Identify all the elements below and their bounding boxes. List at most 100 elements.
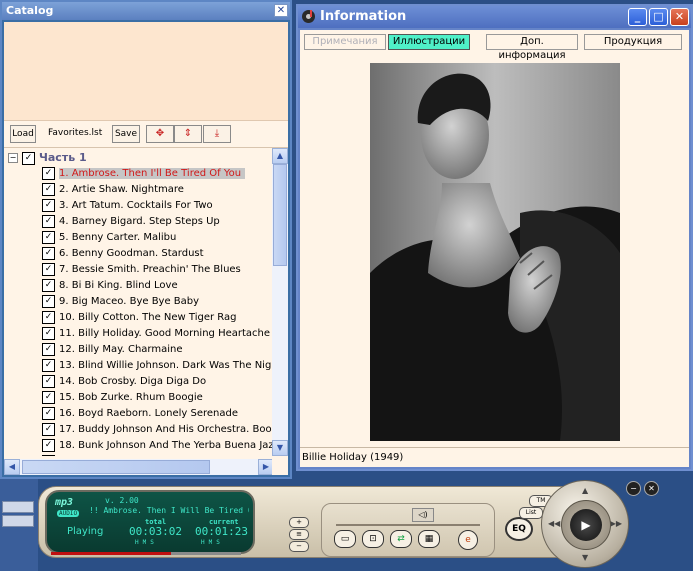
track-label: 15. Bob Zurke. Rhum Boogie bbox=[59, 392, 203, 403]
catalog-toggle-icon[interactable]: ▭ bbox=[334, 530, 356, 548]
checkbox-icon[interactable]: ✓ bbox=[42, 342, 55, 356]
close-button[interactable]: ✕ bbox=[670, 8, 689, 26]
taskbar-item[interactable] bbox=[2, 501, 34, 513]
playback-wheel[interactable]: ▲ ▼ ◀◀ ▶▶ ▶ bbox=[541, 480, 629, 568]
checkbox-icon[interactable]: ✓ bbox=[42, 182, 55, 196]
play-icon[interactable]: ▶ bbox=[570, 509, 602, 541]
knob-down-icon[interactable]: ▼ bbox=[582, 553, 588, 562]
list-item[interactable]: ✓ 5. Benny Carter. Malibu bbox=[42, 230, 274, 246]
checkbox-icon[interactable]: ✓ bbox=[42, 406, 55, 420]
list-item[interactable]: ✓ 18. Bunk Johnson And The Yerba Buena Ja… bbox=[42, 438, 274, 454]
checkbox-icon[interactable]: ✓ bbox=[22, 151, 35, 165]
volume-icon[interactable]: ◁) bbox=[412, 508, 434, 522]
list-item[interactable]: ✓ 7. Bessie Smith. Preachin' The Blues bbox=[42, 262, 274, 278]
move-up-down-icon[interactable]: ⇕ bbox=[174, 125, 202, 143]
checkbox-icon[interactable]: ✓ bbox=[42, 454, 55, 456]
position-slider[interactable] bbox=[336, 524, 480, 526]
checkbox-icon[interactable]: ✓ bbox=[42, 230, 55, 244]
music-app-icon bbox=[302, 10, 315, 23]
checkbox-icon[interactable]: ✓ bbox=[42, 374, 55, 388]
checkbox-icon[interactable]: ✓ bbox=[42, 438, 55, 452]
catalog-close-button[interactable]: ✕ bbox=[274, 4, 288, 17]
horizontal-scroll-thumb[interactable] bbox=[22, 460, 210, 474]
track-label: 10. Billy Cotton. The New Tiger Rag bbox=[59, 312, 237, 323]
checkbox-icon[interactable]: ✓ bbox=[42, 278, 55, 292]
tree-root[interactable]: − ✓ Часть 1 bbox=[8, 150, 87, 166]
checkbox-icon[interactable]: ✓ bbox=[42, 422, 55, 436]
tab-notes[interactable]: Примечания bbox=[304, 34, 386, 50]
track-label: 18. Bunk Johnson And The Yerba Buena Jaz… bbox=[59, 440, 274, 451]
list-item[interactable]: ✓ 17. Buddy Johnson And His Orchestra. Bo… bbox=[42, 422, 274, 438]
speed-reset-icon[interactable]: ≡ bbox=[289, 529, 309, 540]
list-item[interactable]: ✓ 8. Bi Bi King. Blind Love bbox=[42, 278, 274, 294]
collapse-icon[interactable]: − bbox=[8, 153, 18, 163]
minimize-button[interactable]: _ bbox=[628, 8, 647, 26]
list-item[interactable]: ✓ 15. Bob Zurke. Rhum Boogie bbox=[42, 390, 274, 406]
tree-root-label: Часть 1 bbox=[39, 151, 87, 164]
scroll-left-icon[interactable]: ◀ bbox=[4, 459, 20, 475]
list-item[interactable]: ✓ 4. Barney Bigard. Step Steps Up bbox=[42, 214, 274, 230]
catalog-titlebar[interactable]: Catalog ✕ bbox=[2, 2, 290, 20]
player-minimize-icon[interactable]: − bbox=[626, 481, 641, 496]
progress-remaining[interactable] bbox=[171, 552, 241, 555]
tab-illustrations[interactable]: Иллюстрации bbox=[388, 34, 470, 50]
horizontal-scrollbar[interactable]: ◀ ▶ bbox=[4, 459, 274, 475]
tab-products[interactable]: Продукция bbox=[584, 34, 682, 50]
checkbox-icon[interactable]: ✓ bbox=[42, 246, 55, 260]
checkbox-icon[interactable]: ✓ bbox=[42, 198, 55, 212]
scroll-down-icon[interactable]: ▼ bbox=[272, 440, 288, 456]
playlist-tree: − ✓ Часть 1 ✓ 1. Ambrose. Then I'll Be Tire… bbox=[4, 148, 274, 456]
list-item[interactable]: ✓ 10. Billy Cotton. The New Tiger Rag bbox=[42, 310, 274, 326]
save-button[interactable]: Save bbox=[112, 125, 140, 143]
maximize-button[interactable]: □ bbox=[649, 8, 668, 26]
list-item[interactable]: ✓ 13. Blind Willie Johnson. Dark Was The … bbox=[42, 358, 274, 374]
player-display: mp3 AUDIO v. 2.00 !! Ambrose. Then I Wil… bbox=[45, 490, 255, 554]
taskbar-item[interactable] bbox=[2, 515, 34, 527]
list-button[interactable]: List bbox=[519, 507, 543, 519]
list-item[interactable]: ✓ 16. Boyd Raeborn. Lonely Serenade bbox=[42, 406, 274, 422]
vertical-scrollbar[interactable]: ▲ ▼ bbox=[272, 148, 288, 456]
load-button[interactable]: Load bbox=[10, 125, 36, 143]
checkbox-icon[interactable]: ✓ bbox=[42, 326, 55, 340]
catalog-toolbar: Load Favorites.lst Save ✥ ⇕ ⤓ bbox=[4, 121, 288, 148]
move-to-ends-icon[interactable]: ⤓ bbox=[203, 125, 231, 143]
tab-extra-info[interactable]: Доп. информация bbox=[486, 34, 578, 61]
scroll-up-icon[interactable]: ▲ bbox=[272, 148, 288, 164]
checkbox-icon[interactable]: ✓ bbox=[42, 390, 55, 404]
next-track-icon[interactable]: ▶▶ bbox=[610, 519, 622, 528]
list-item[interactable]: ✓ 2. Artie Shaw. Nightmare bbox=[42, 182, 274, 198]
checkbox-icon[interactable]: ✓ bbox=[42, 214, 55, 228]
list-item[interactable]: ✓ 14. Bob Crosby. Diga Diga Do bbox=[42, 374, 274, 390]
information-title: Information bbox=[320, 9, 407, 24]
track-label: 1. Ambrose. Then I'll Be Tired Of You bbox=[59, 168, 246, 179]
speed-up-icon[interactable]: + bbox=[289, 517, 309, 528]
player-close-icon[interactable]: ✕ bbox=[644, 481, 659, 496]
list-item[interactable]: ✓ 1. Ambrose. Then I'll Be Tired Of You bbox=[42, 166, 274, 182]
information-titlebar[interactable]: Information _ □ ✕ bbox=[298, 6, 691, 28]
speed-down-icon[interactable]: − bbox=[289, 541, 309, 552]
list-item[interactable]: ✓ 12. Billy May. Charmaine bbox=[42, 342, 274, 358]
list-item[interactable]: ✓ 9. Big Maceo. Bye Bye Baby bbox=[42, 294, 274, 310]
progress-played[interactable] bbox=[51, 552, 171, 555]
list-item[interactable]: ✓ 6. Benny Goodman. Stardust bbox=[42, 246, 274, 262]
checkbox-icon[interactable]: ✓ bbox=[42, 166, 55, 180]
list-item[interactable]: ✓ 3. Art Tatum. Cocktails For Two bbox=[42, 198, 274, 214]
checkbox-icon[interactable]: ✓ bbox=[42, 358, 55, 372]
vertical-scroll-thumb[interactable] bbox=[273, 164, 287, 266]
equalizer-button[interactable]: EQ bbox=[505, 517, 533, 541]
checkbox-icon[interactable]: ✓ bbox=[42, 294, 55, 308]
total-hms-label: HMS bbox=[135, 539, 158, 546]
catalog-title: Catalog bbox=[6, 4, 54, 17]
previous-track-icon[interactable]: ◀◀ bbox=[548, 519, 560, 528]
list-item[interactable]: ✓ 11. Billy Holiday. Good Morning Heartac… bbox=[42, 326, 274, 342]
move-all-icon[interactable]: ✥ bbox=[146, 125, 174, 143]
checkbox-icon[interactable]: ✓ bbox=[42, 310, 55, 324]
list-item[interactable]: ✓19. Bunny Berigen. High Society bbox=[42, 454, 274, 456]
knob-center: ▶ bbox=[561, 500, 611, 550]
repeat-icon[interactable]: ⇄ bbox=[390, 530, 412, 548]
checkbox-icon[interactable]: ✓ bbox=[42, 262, 55, 276]
knob-up-icon[interactable]: ▲ bbox=[582, 486, 588, 495]
grid-view-icon[interactable]: ▦ bbox=[418, 530, 440, 548]
web-link-icon[interactable]: e bbox=[458, 530, 478, 550]
info-toggle-icon[interactable]: ⊡ bbox=[362, 530, 384, 548]
